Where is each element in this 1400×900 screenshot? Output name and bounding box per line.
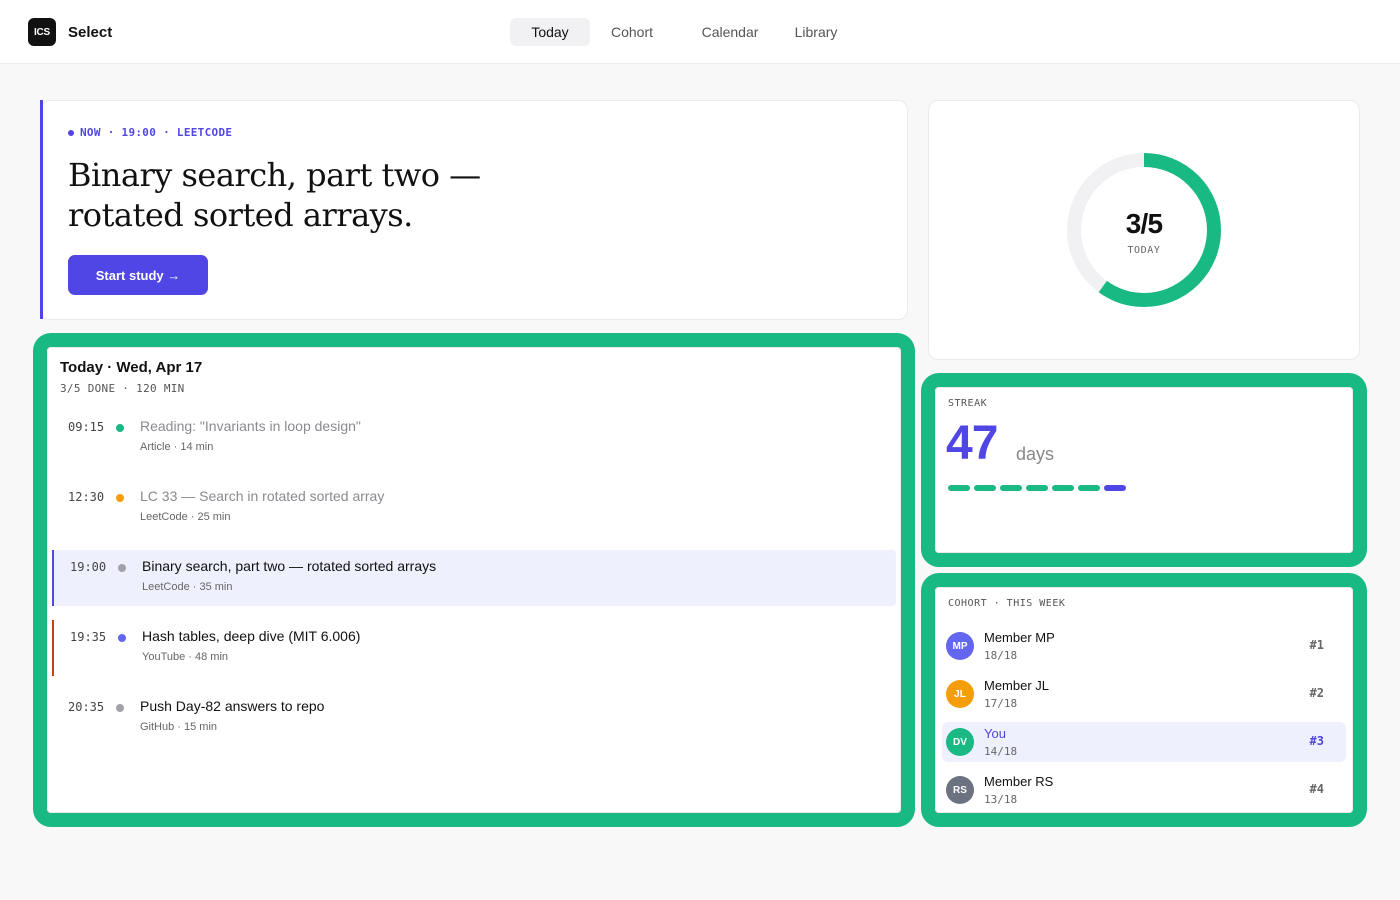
streak-count: 47: [946, 417, 998, 470]
item-meta: YouTube · 48 min: [142, 651, 229, 663]
item-title: Binary search, part two — rotated sorted…: [142, 558, 437, 574]
cohort-member-row-self[interactable]: DV You 14/18 #3: [942, 722, 1346, 762]
streak-day-done: [1078, 485, 1100, 491]
nav-tab-cohort[interactable]: Cohort: [596, 18, 668, 46]
schedule-item[interactable]: 12:30 LC 33 — Search in rotated sorted a…: [52, 480, 896, 536]
streak-day-done: [1026, 485, 1048, 491]
item-title: Reading: "Invariants in loop design": [140, 418, 361, 434]
streak-day-done: [974, 485, 996, 491]
schedule-item[interactable]: 20:35 Push Day-82 answers to repo GitHub…: [52, 690, 896, 746]
member-rank: #3: [1309, 734, 1324, 748]
cohort-label: COHORT · THIS WEEK: [948, 598, 1066, 609]
nav-tab-library[interactable]: Library: [784, 18, 848, 46]
cohort-member-row[interactable]: MP Member MP 18/18 #1: [942, 626, 1346, 666]
item-meta: LeetCode · 25 min: [140, 511, 231, 523]
streak-label: STREAK: [948, 398, 988, 409]
streak-day-done: [948, 485, 970, 491]
item-meta: LeetCode · 35 min: [142, 581, 233, 593]
member-name: You: [984, 726, 1006, 741]
item-meta: Article · 14 min: [140, 441, 214, 453]
avatar: MP: [946, 632, 974, 660]
status-dot-icon: [116, 704, 124, 712]
streak-day-today: [1104, 485, 1126, 491]
schedule-title: Today · Wed, Apr 17: [60, 359, 203, 376]
start-study-button[interactable]: Start study →: [68, 255, 208, 295]
progress-label: TODAY: [1127, 245, 1161, 256]
member-name: Member RS: [984, 774, 1054, 789]
streak-day-done: [1000, 485, 1022, 491]
cohort-member-row[interactable]: RS Member RS 13/18 #4: [942, 770, 1346, 810]
now-title: Binary search, part two — rotated sorted…: [68, 156, 481, 234]
member-score: 17/18: [984, 697, 1018, 710]
item-time: 09:15: [68, 420, 105, 434]
now-kicker-text: NOW · 19:00 · LEETCODE: [80, 126, 233, 139]
cohort-member-row[interactable]: JL Member JL 17/18 #2: [942, 674, 1346, 714]
item-time: 19:35: [70, 630, 107, 644]
item-title: Push Day-82 answers to repo: [140, 698, 325, 714]
schedule-item-current[interactable]: 19:00 Binary search, part two — rotated …: [52, 550, 896, 606]
now-accent-bar: [40, 100, 43, 319]
member-score: 18/18: [984, 649, 1018, 662]
item-meta: GitHub · 15 min: [140, 721, 218, 733]
item-title: LC 33 — Search in rotated sorted array: [140, 488, 385, 504]
app-logo[interactable]: ICS: [28, 18, 56, 46]
top-nav-bar: ICS Select Today Cohort Calendar Library: [0, 0, 1400, 64]
member-name: Member MP: [984, 630, 1055, 645]
member-rank: #1: [1309, 638, 1324, 652]
item-time: 20:35: [68, 700, 105, 714]
schedule-item[interactable]: 19:35 Hash tables, deep dive (MIT 6.006)…: [52, 620, 896, 676]
member-score: 13/18: [984, 793, 1018, 806]
status-dot-icon: [116, 494, 124, 502]
status-dot-icon: [118, 634, 126, 642]
nav-tab-today[interactable]: Today: [510, 18, 590, 46]
item-time: 19:00: [70, 560, 107, 574]
live-dot-icon: [68, 129, 74, 136]
status-dot-icon: [116, 424, 124, 432]
brand-name: Select: [68, 24, 113, 41]
streak-day-done: [1052, 485, 1074, 491]
streak-card: [935, 387, 1353, 553]
nav-tab-calendar[interactable]: Calendar: [690, 18, 770, 46]
progress-value: 3/5: [1125, 208, 1163, 239]
member-rank: #4: [1309, 782, 1324, 796]
avatar: DV: [946, 728, 974, 756]
item-time: 12:30: [68, 490, 105, 504]
avatar: RS: [946, 776, 974, 804]
schedule-item[interactable]: 09:15 Reading: "Invariants in loop desig…: [52, 410, 896, 466]
streak-week-bars: [948, 485, 1126, 491]
status-dot-icon: [118, 564, 126, 572]
member-rank: #2: [1309, 686, 1324, 700]
member-name: Member JL: [984, 678, 1050, 693]
streak-unit: days: [1016, 444, 1055, 464]
now-kicker: NOW · 19:00 · LEETCODE: [68, 126, 232, 139]
avatar: JL: [946, 680, 974, 708]
item-title: Hash tables, deep dive (MIT 6.006): [142, 628, 361, 644]
schedule-summary: 3/5 DONE · 120 MIN: [60, 382, 185, 395]
member-score: 14/18: [984, 745, 1018, 758]
